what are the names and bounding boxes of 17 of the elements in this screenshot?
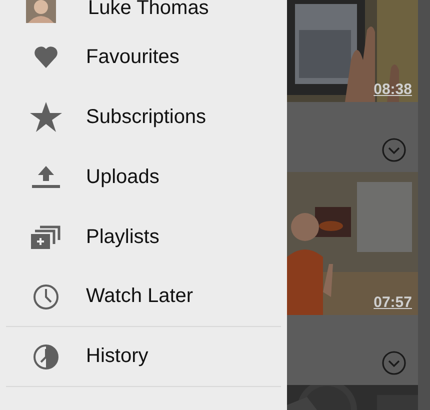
- menu-item[interactable]: Uploads: [6, 147, 281, 207]
- video-duration: 07:57: [374, 294, 412, 311]
- upload-icon: [32, 166, 60, 188]
- playlist-add-icon: [31, 225, 61, 249]
- expand-icon[interactable]: [382, 351, 406, 375]
- heart-icon: [34, 46, 58, 68]
- clock-icon: [33, 284, 59, 310]
- menu-item[interactable]: Favourites: [6, 27, 281, 87]
- menu-item[interactable]: Watch Later: [6, 267, 281, 327]
- video-duration: 08:38: [374, 81, 412, 98]
- menu-item[interactable]: History: [6, 327, 281, 387]
- history-icon: [33, 344, 59, 370]
- expand-icon[interactable]: [382, 138, 406, 162]
- menu-item[interactable]: Subscriptions: [6, 87, 281, 147]
- star-icon: [30, 102, 62, 132]
- avatar: [26, 0, 56, 22]
- menu-item[interactable]: Playlists: [6, 207, 281, 267]
